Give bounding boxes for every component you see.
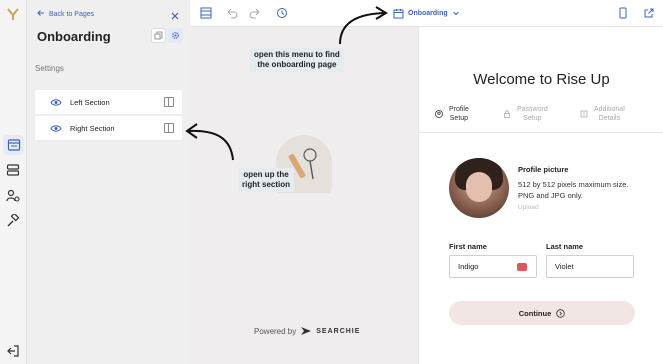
logout-icon[interactable] — [5, 343, 21, 359]
welcome-heading: Welcome to Rise Up — [473, 71, 610, 88]
editor-canvas — [190, 27, 418, 364]
editor-toolbar: Onboarding — [190, 0, 663, 27]
pages-icon[interactable] — [3, 135, 24, 155]
gavel-icon[interactable] — [5, 213, 21, 229]
sections-toggle-icon[interactable] — [199, 6, 213, 20]
eye-icon[interactable] — [50, 96, 62, 108]
tab-label: Profile — [449, 106, 469, 113]
tab-label: Details — [598, 115, 621, 122]
mobile-preview-icon[interactable] — [616, 6, 630, 20]
open-external-icon[interactable] — [642, 6, 656, 20]
close-icon[interactable] — [170, 8, 180, 20]
eye-icon[interactable] — [50, 122, 62, 134]
duplicate-button[interactable] — [151, 28, 166, 43]
settings-panel: Back to Pages Onboarding Settings Left S… — [27, 0, 190, 364]
continue-label: Continue — [518, 308, 552, 318]
profile-picture-description: 512 by 512 pixels maximum size. PNG and … — [518, 179, 648, 201]
tab-label: Additional — [594, 106, 625, 113]
powered-by: Powered by SEARCHIE — [254, 325, 360, 337]
icon-rail — [0, 0, 27, 364]
copy-icon — [154, 31, 163, 40]
page-selector-dropdown[interactable]: Onboarding — [393, 6, 460, 20]
first-name-value: Indigo — [458, 262, 479, 271]
annotation-menu-hint: open this menu to find the onboarding pa… — [250, 48, 344, 72]
column-layout-icon[interactable] — [164, 123, 174, 133]
annotation-text: open up the — [243, 170, 289, 179]
powered-by-label: Powered by — [254, 326, 297, 336]
profile-picture-desc-line: PNG and JPG only. — [518, 191, 583, 200]
password-manager-icon[interactable] — [517, 263, 527, 271]
tab-label: Setup — [523, 115, 542, 122]
page-selector-label: Onboarding — [408, 9, 448, 17]
arrow-circle-right-icon — [556, 308, 565, 318]
back-to-pages-link[interactable]: Back to Pages — [37, 9, 94, 19]
annotation-section-hint: open up the right section — [238, 168, 295, 192]
column-layout-icon[interactable] — [164, 97, 174, 107]
tab-profile-setup[interactable]: Profile Setup — [435, 105, 469, 123]
settings-heading: Settings — [35, 64, 64, 73]
tab-additional-details[interactable]: Additional Details — [580, 105, 625, 123]
gear-icon — [172, 32, 179, 39]
tab-password-setup[interactable]: Password Setup — [503, 105, 548, 123]
redo-icon[interactable] — [248, 6, 262, 20]
searchie-logo-icon — [301, 327, 312, 335]
history-icon[interactable] — [275, 6, 289, 20]
users-settings-icon[interactable] — [5, 188, 21, 204]
section-row-left[interactable]: Left Section — [35, 90, 182, 115]
section-label: Left Section — [70, 97, 110, 107]
last-name-field[interactable]: Violet — [546, 255, 634, 278]
user-circle-icon — [435, 110, 443, 118]
tab-label: Setup — [449, 115, 469, 122]
page-title: Onboarding — [37, 29, 111, 44]
chevron-down-icon — [452, 11, 459, 16]
first-name-field[interactable]: Indigo — [449, 255, 537, 278]
searchie-brand: SEARCHIE — [316, 327, 361, 335]
layers-icon[interactable] — [5, 162, 21, 178]
undo-icon[interactable] — [225, 6, 239, 20]
avatar[interactable] — [449, 158, 509, 218]
page-preview: Welcome to Rise Up Profile Setup Password… — [418, 27, 663, 364]
continue-button[interactable]: Continue — [449, 301, 635, 325]
section-label: Right Section — [70, 123, 115, 133]
annotation-arrow — [185, 123, 234, 161]
section-row-right[interactable]: Right Section — [35, 116, 182, 141]
annotation-text: open this menu to find — [254, 50, 340, 59]
tab-label: Password — [517, 106, 548, 113]
annotation-text: right section — [242, 180, 291, 189]
last-name-value: Violet — [555, 262, 574, 271]
page-settings-button[interactable] — [168, 28, 183, 43]
document-icon — [580, 110, 588, 118]
annotation-text: the onboarding page — [257, 60, 337, 69]
upload-link[interactable]: Upload — [518, 204, 539, 211]
first-name-label: First name — [449, 242, 487, 251]
lock-icon — [504, 110, 510, 118]
profile-picture-desc-line: 512 by 512 pixels maximum size. — [518, 180, 629, 189]
onboarding-tabs: Profile Setup Password Setup Additional Det… — [419, 105, 663, 133]
calendar-icon — [393, 8, 404, 18]
profile-picture-title: Profile picture — [518, 165, 569, 174]
arrow-left-icon — [37, 9, 45, 19]
annotation-arrow — [339, 6, 388, 45]
back-to-pages-label: Back to Pages — [49, 10, 95, 18]
rise-up-logo[interactable] — [6, 7, 20, 21]
last-name-label: Last name — [546, 242, 584, 251]
